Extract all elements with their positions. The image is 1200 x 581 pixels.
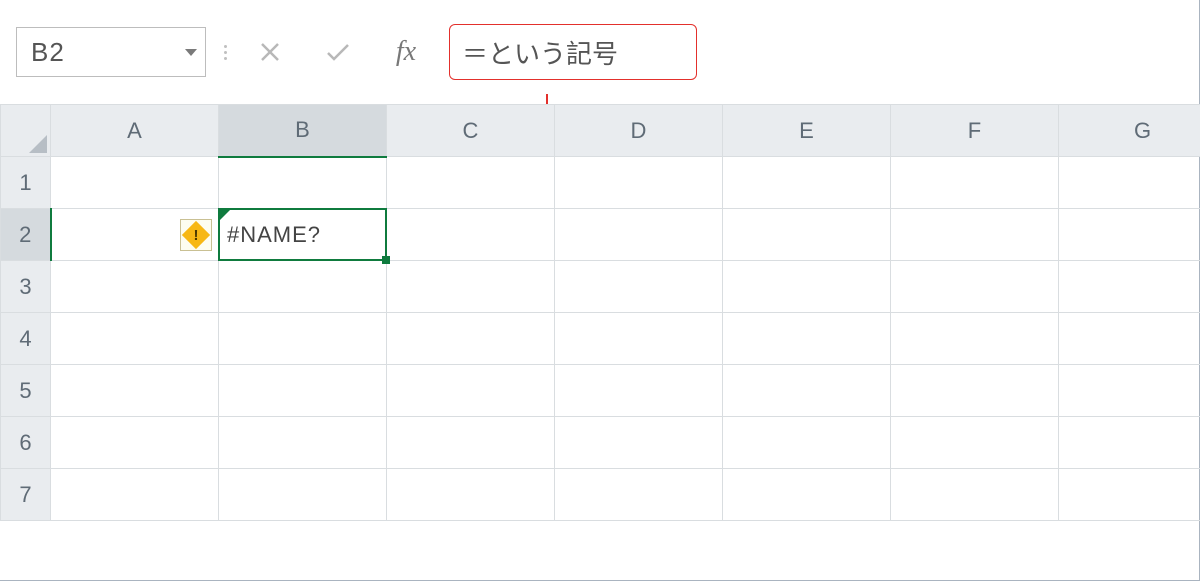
cell[interactable] bbox=[219, 313, 387, 365]
row-header[interactable]: 4 bbox=[1, 313, 51, 365]
fill-handle[interactable] bbox=[382, 256, 390, 264]
row-header[interactable]: 6 bbox=[1, 417, 51, 469]
row-header[interactable]: 5 bbox=[1, 365, 51, 417]
cell[interactable] bbox=[891, 157, 1059, 209]
row-header[interactable]: 1 bbox=[1, 157, 51, 209]
cell[interactable] bbox=[891, 417, 1059, 469]
column-header-row: A B C D E F G bbox=[1, 105, 1200, 157]
cell[interactable] bbox=[555, 417, 723, 469]
grid-row: 5 bbox=[1, 365, 1200, 417]
fx-label: fx bbox=[396, 36, 416, 68]
cell[interactable] bbox=[51, 365, 219, 417]
name-box[interactable]: B2 bbox=[16, 27, 206, 77]
row-header[interactable]: 2 bbox=[1, 209, 51, 261]
cell[interactable] bbox=[387, 469, 555, 521]
cell[interactable] bbox=[387, 157, 555, 209]
cell[interactable] bbox=[891, 365, 1059, 417]
column-header[interactable]: G bbox=[1059, 105, 1200, 157]
close-icon bbox=[259, 41, 281, 63]
cell[interactable] bbox=[219, 261, 387, 313]
row-header[interactable]: 3 bbox=[1, 261, 51, 313]
cell-active[interactable]: #NAME? bbox=[219, 209, 387, 261]
cell[interactable] bbox=[387, 417, 555, 469]
cell[interactable] bbox=[891, 261, 1059, 313]
select-all-corner[interactable] bbox=[1, 105, 51, 157]
cell[interactable] bbox=[723, 261, 891, 313]
cell[interactable] bbox=[1059, 365, 1200, 417]
cell[interactable] bbox=[51, 313, 219, 365]
cell[interactable] bbox=[219, 365, 387, 417]
insert-function-button[interactable]: fx bbox=[381, 27, 431, 77]
grid-row: 2 ! #NAME? bbox=[1, 209, 1200, 261]
formula-bar: B2 fx ＝という記号 bbox=[0, 0, 1199, 100]
cell[interactable] bbox=[891, 469, 1059, 521]
cell[interactable] bbox=[387, 365, 555, 417]
cell[interactable] bbox=[723, 313, 891, 365]
column-header[interactable]: E bbox=[723, 105, 891, 157]
cell[interactable] bbox=[51, 261, 219, 313]
error-triangle-icon bbox=[219, 209, 231, 221]
cell[interactable] bbox=[723, 157, 891, 209]
enter-button[interactable] bbox=[313, 27, 363, 77]
check-icon bbox=[325, 41, 351, 63]
column-header[interactable]: B bbox=[219, 105, 387, 157]
cell[interactable] bbox=[555, 365, 723, 417]
cell[interactable] bbox=[219, 469, 387, 521]
cell[interactable] bbox=[555, 261, 723, 313]
cell[interactable] bbox=[387, 261, 555, 313]
row-header[interactable]: 7 bbox=[1, 469, 51, 521]
cell[interactable] bbox=[555, 313, 723, 365]
cell[interactable] bbox=[891, 313, 1059, 365]
formula-bar-separator bbox=[224, 45, 227, 60]
grid-row: 6 bbox=[1, 417, 1200, 469]
formula-input[interactable]: ＝という記号 bbox=[449, 24, 697, 80]
cell[interactable] bbox=[723, 469, 891, 521]
grid-row: 7 bbox=[1, 469, 1200, 521]
cell[interactable] bbox=[555, 469, 723, 521]
cancel-button[interactable] bbox=[245, 27, 295, 77]
cell[interactable] bbox=[51, 417, 219, 469]
name-box-dropdown-icon[interactable] bbox=[185, 49, 197, 56]
column-header[interactable]: C bbox=[387, 105, 555, 157]
cell[interactable] bbox=[219, 157, 387, 209]
cell[interactable] bbox=[555, 157, 723, 209]
cell[interactable] bbox=[1059, 417, 1200, 469]
cell[interactable] bbox=[555, 209, 723, 261]
cell[interactable] bbox=[1059, 209, 1200, 261]
cell[interactable] bbox=[723, 209, 891, 261]
formula-input-text: ＝という記号 bbox=[462, 34, 618, 71]
column-header[interactable]: D bbox=[555, 105, 723, 157]
cell-value: #NAME? bbox=[219, 209, 386, 260]
cell[interactable] bbox=[1059, 313, 1200, 365]
cell[interactable] bbox=[219, 417, 387, 469]
cell[interactable]: ! bbox=[51, 209, 219, 261]
grid-row: 4 bbox=[1, 313, 1200, 365]
cell[interactable] bbox=[51, 157, 219, 209]
cell[interactable] bbox=[1059, 469, 1200, 521]
name-box-value: B2 bbox=[31, 37, 65, 68]
cell[interactable] bbox=[891, 209, 1059, 261]
warning-icon: ! bbox=[182, 220, 210, 248]
error-trace-button[interactable]: ! bbox=[180, 219, 212, 251]
cell[interactable] bbox=[387, 313, 555, 365]
cell[interactable] bbox=[723, 417, 891, 469]
cell[interactable] bbox=[51, 469, 219, 521]
column-header[interactable]: F bbox=[891, 105, 1059, 157]
cell[interactable] bbox=[1059, 157, 1200, 209]
cell[interactable] bbox=[387, 209, 555, 261]
grid-row: 1 bbox=[1, 157, 1200, 209]
spreadsheet-grid[interactable]: A B C D E F G 1 2 bbox=[0, 104, 1200, 521]
cell[interactable] bbox=[723, 365, 891, 417]
column-header[interactable]: A bbox=[51, 105, 219, 157]
cell[interactable] bbox=[1059, 261, 1200, 313]
grid-row: 3 bbox=[1, 261, 1200, 313]
